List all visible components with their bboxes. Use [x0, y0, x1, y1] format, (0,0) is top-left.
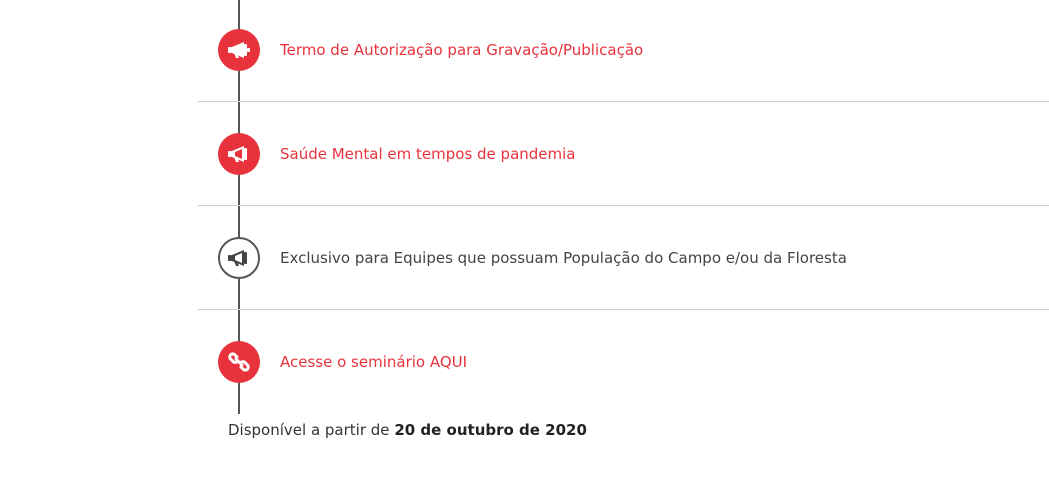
authorization-term-link[interactable]: Termo de Autorização para Gravação/Publi…: [280, 20, 643, 80]
divider: [198, 101, 1049, 102]
link-icon: [218, 341, 260, 383]
availability-date: 20 de outubro de 2020: [394, 421, 587, 439]
mental-health-link[interactable]: Saúde Mental em tempos de pandemia: [280, 124, 576, 184]
timeline-item-mental-health: Saúde Mental em tempos de pandemia: [0, 124, 1049, 184]
seminar-link[interactable]: Acesse o seminário AQUI: [280, 332, 467, 392]
megaphone-icon: [218, 29, 260, 71]
megaphone-icon: [218, 133, 260, 175]
timeline-item-authorization-term: Termo de Autorização para Gravação/Publi…: [0, 20, 1049, 80]
divider: [198, 309, 1049, 310]
timeline-item-seminar: Acesse o seminário AQUI: [0, 332, 1049, 392]
megaphone-icon: [218, 237, 260, 279]
divider: [198, 205, 1049, 206]
availability-note: Disponível a partir de 20 de outubro de …: [228, 421, 587, 439]
timeline-page: Termo de Autorização para Gravação/Publi…: [0, 0, 1049, 495]
availability-prefix: Disponível a partir de: [228, 421, 390, 439]
rural-teams-notice: Exclusivo para Equipes que possuam Popul…: [280, 249, 847, 267]
timeline-item-rural-teams: Exclusivo para Equipes que possuam Popul…: [0, 228, 1049, 288]
